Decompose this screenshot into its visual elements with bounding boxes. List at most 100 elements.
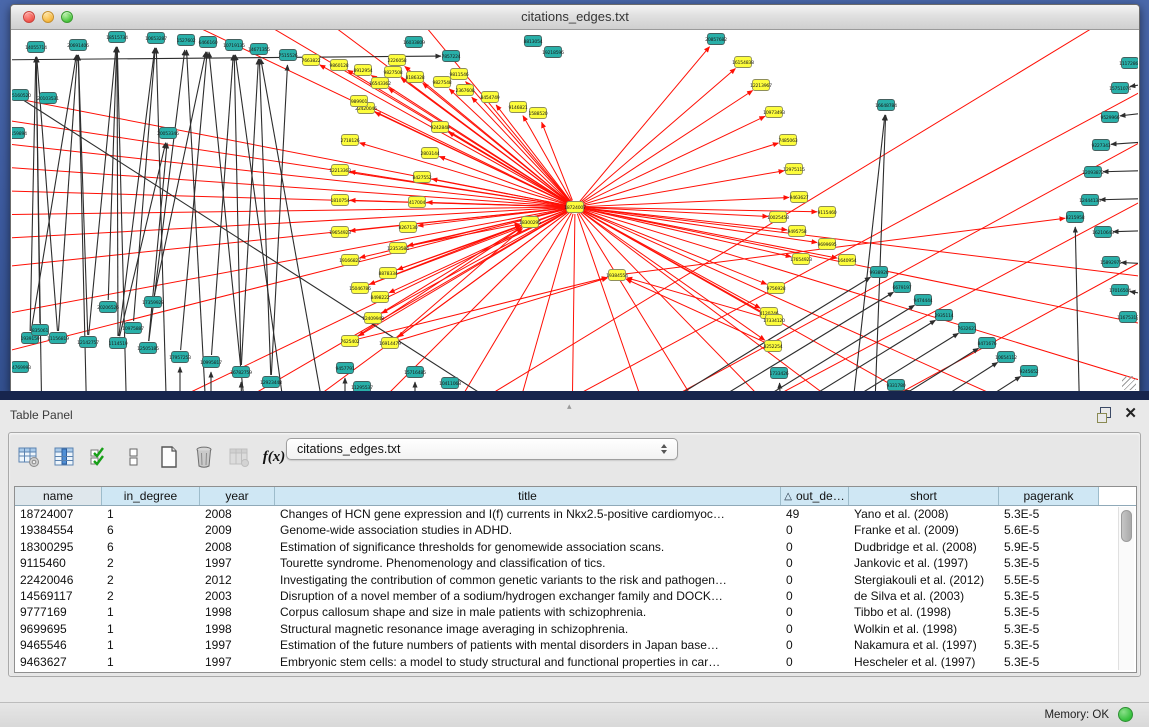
table-cell[interactable]: Investigating the contribution of common… xyxy=(275,572,781,588)
table-cell[interactable]: 18724007 xyxy=(15,506,102,522)
graph-node[interactable]: 1640954 xyxy=(837,255,856,266)
graph-node[interactable]: 1810754 xyxy=(330,195,349,206)
graph-node[interactable]: 9756928 xyxy=(766,283,785,294)
table-row[interactable]: 911546021997Tourette syndrome. Phenomeno… xyxy=(15,555,1136,571)
window-titlebar[interactable]: citations_edges.txt xyxy=(11,5,1139,30)
table-cell[interactable]: 2 xyxy=(102,555,200,571)
graph-node[interactable]: 7663822 xyxy=(301,55,320,66)
graph-node[interactable]: 20103531 xyxy=(37,93,59,104)
graph-node[interactable]: 16914479 xyxy=(379,338,401,349)
graph-node[interactable]: 12353584 xyxy=(387,243,409,254)
graph-node[interactable]: 9699695 xyxy=(817,239,836,250)
citation-network-graph[interactable]: 1405571420691406185157341065328715276026… xyxy=(12,30,1138,392)
graph-node[interactable]: 1588520 xyxy=(528,108,547,119)
table-cell[interactable]: Corpus callosum shape and size in male p… xyxy=(275,604,781,620)
table-cell[interactable]: 1997 xyxy=(200,654,275,670)
table-vertical-scrollbar[interactable] xyxy=(1118,507,1134,670)
table-cell[interactable]: 2009 xyxy=(200,522,275,538)
table-cell[interactable]: 22420046 xyxy=(15,572,102,588)
table-cell[interactable]: 9115460 xyxy=(15,555,102,571)
graph-node[interactable]: 417004 xyxy=(409,197,426,208)
table-cell[interactable]: Jankovic et al. (1997) xyxy=(849,555,999,571)
graph-node[interactable]: 8215958 xyxy=(1065,212,1084,223)
graph-node[interactable]: 7625402 xyxy=(340,336,359,347)
table-cell[interactable]: Franke et al. (2009) xyxy=(849,522,999,538)
graph-node[interactable]: 10975887 xyxy=(122,323,144,334)
select-column-icon[interactable] xyxy=(52,445,76,469)
graph-node[interactable]: 6679197 xyxy=(892,282,911,293)
graph-node[interactable]: 8267130 xyxy=(398,222,417,233)
row-height-icon[interactable] xyxy=(122,445,146,469)
graph-node[interactable]: 2803144 xyxy=(420,148,439,159)
graph-node[interactable]: 16159894 xyxy=(12,128,27,139)
window-resize-grip[interactable] xyxy=(1122,376,1136,390)
graph-node[interactable]: 10653287 xyxy=(145,33,167,44)
graph-node[interactable]: 9242848 xyxy=(430,122,449,133)
table-cell[interactable]: Estimation of significance thresholds fo… xyxy=(275,539,781,555)
table-cell[interactable]: 2008 xyxy=(200,506,275,522)
graph-node[interactable]: 9457791 xyxy=(335,363,354,374)
graph-node[interactable]: 15046786 xyxy=(349,283,371,294)
table-cell[interactable]: 0 xyxy=(781,654,849,670)
table-cell[interactable]: 0 xyxy=(781,555,849,571)
graph-node[interactable]: 16210643 xyxy=(1092,227,1114,238)
table-cell[interactable]: de Silva et al. (2003) xyxy=(849,588,999,604)
table-cell[interactable]: 6 xyxy=(102,522,200,538)
table-cell[interactable]: Changes of HCN gene expression and I(f) … xyxy=(275,506,781,522)
table-cell[interactable]: 9777169 xyxy=(15,604,102,620)
table-cell[interactable]: 0 xyxy=(781,588,849,604)
table-cell[interactable]: 9699695 xyxy=(15,621,102,637)
graph-node[interactable]: 1114519 xyxy=(108,338,127,349)
graph-node[interactable]: 11172864 xyxy=(1119,58,1138,69)
graph-node[interactable]: 18300295 xyxy=(519,217,541,228)
table-row[interactable]: 1830029562008Estimation of significance … xyxy=(15,539,1136,555)
graph-node[interactable]: 17334120 xyxy=(763,315,785,326)
graph-node[interactable]: 9331780 xyxy=(886,380,905,391)
table-cell[interactable]: 1997 xyxy=(200,555,275,571)
table-row[interactable]: 977716911998Corpus callosum shape and si… xyxy=(15,604,1136,620)
table-cell[interactable]: 2008 xyxy=(200,539,275,555)
table-cell[interactable]: 0 xyxy=(781,637,849,653)
table-row[interactable]: 946554611997Estimation of the future num… xyxy=(15,637,1136,653)
splitter-handle-icon[interactable]: ▴ xyxy=(567,401,572,412)
graph-node[interactable]: 8454749 xyxy=(480,92,499,103)
graph-node[interactable]: 6466160 xyxy=(198,37,217,48)
graph-node[interactable]: 9938926 xyxy=(869,267,888,278)
graph-node[interactable]: 835061 xyxy=(32,325,49,336)
scrollbar-thumb[interactable] xyxy=(1121,510,1132,542)
graph-node[interactable]: 16648784 xyxy=(875,100,897,111)
table-cell[interactable]: Genome-wide association studies in ADHD. xyxy=(275,522,781,538)
table-cell[interactable]: 0 xyxy=(781,539,849,555)
graph-node[interactable]: 8912954 xyxy=(353,65,372,76)
graph-node[interactable]: 12142757 xyxy=(77,337,99,348)
table-cell[interactable]: Yano et al. (2008) xyxy=(849,506,999,522)
graph-node[interactable]: 10025458 xyxy=(767,212,789,223)
graph-node[interactable]: 9811546 xyxy=(449,69,468,80)
graph-node[interactable]: 19654923 xyxy=(329,227,351,238)
graph-node[interactable]: 10995817 xyxy=(200,357,222,368)
graph-node[interactable]: 18724007 xyxy=(564,202,586,213)
table-cell[interactable]: Nakamura et al. (1997) xyxy=(849,637,999,653)
column-header-short[interactable]: short xyxy=(849,487,999,505)
table-cell[interactable]: 1 xyxy=(102,506,200,522)
table-row[interactable]: 969969511998Structural magnetic resonanc… xyxy=(15,621,1136,637)
graph-node[interactable]: 12505185 xyxy=(137,343,159,354)
network-view-window[interactable]: citations_edges.txt 14055714206914061851… xyxy=(10,4,1140,394)
graph-node[interactable]: 15892971 xyxy=(1100,257,1122,268)
graph-node[interactable]: 18515734 xyxy=(106,32,128,43)
table-cell[interactable]: Disruption of a novel member of a sodium… xyxy=(275,588,781,604)
table-cell[interactable]: 5.3E-5 xyxy=(999,555,1099,571)
graph-node[interactable]: 9827548 xyxy=(432,77,451,88)
graph-node[interactable]: 7485063 xyxy=(778,135,797,146)
column-header-pagerank[interactable]: pagerank xyxy=(999,487,1099,505)
float-panel-icon[interactable] xyxy=(1096,406,1112,422)
graph-node[interactable]: 11675319 xyxy=(1117,312,1138,323)
table-row[interactable]: 1456911722003Disruption of a novel membe… xyxy=(15,588,1136,604)
table-row[interactable]: 2242004622012Investigating the contribut… xyxy=(15,572,1136,588)
graph-node[interactable]: 19218596 xyxy=(542,47,564,58)
graph-node[interactable]: 12213967 xyxy=(750,80,772,91)
delete-table-icon[interactable] xyxy=(192,445,216,469)
graph-node[interactable]: 9115460 xyxy=(817,207,836,218)
graph-node[interactable]: 2367608 xyxy=(455,85,474,96)
graph-node[interactable]: 16154838 xyxy=(732,57,754,68)
